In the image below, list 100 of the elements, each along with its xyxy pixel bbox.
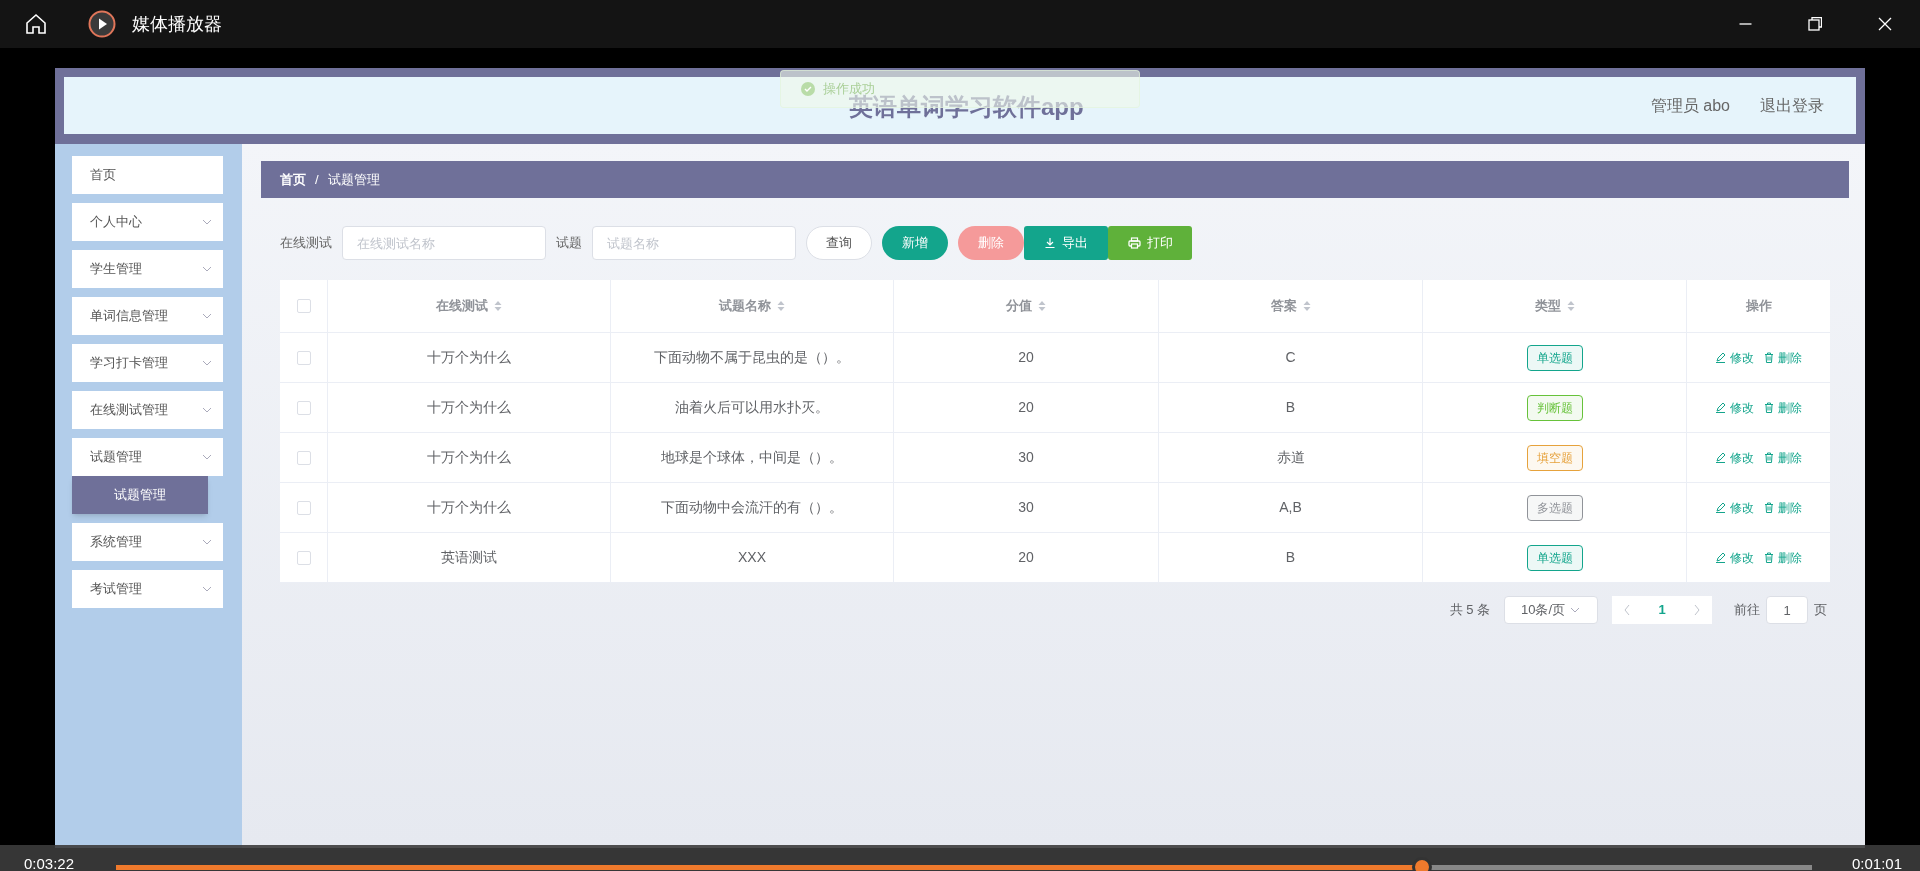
type-tag: 判断题	[1526, 394, 1583, 421]
column-header[interactable]: 在线测试	[436, 296, 502, 316]
download-icon	[1044, 237, 1056, 249]
submenu-item[interactable]: 试题管理	[72, 476, 208, 514]
column-header[interactable]: 分值	[1006, 296, 1046, 316]
table-cell-text: 英语测试	[441, 548, 497, 567]
link-text: 删除	[1778, 399, 1802, 417]
sort-icon	[494, 300, 502, 312]
menu-item[interactable]: 学生管理	[72, 250, 223, 288]
app-title: 英语单词学习软件app	[849, 93, 1084, 122]
checkbox[interactable]	[296, 299, 311, 313]
trash-icon	[1764, 502, 1774, 513]
table-cell-text: 20	[1018, 348, 1034, 367]
delete-link[interactable]: 删除	[1764, 348, 1802, 367]
search-field[interactable]: 在线测试名称	[342, 226, 546, 260]
table-cell-text: 20	[1018, 548, 1034, 567]
link-text: 修改	[1730, 449, 1754, 467]
play-logo-icon	[88, 10, 116, 38]
check-circle-icon	[801, 82, 815, 96]
page-size-select[interactable]: 10条/页	[1504, 596, 1598, 624]
type-tag: 单选题	[1526, 544, 1583, 571]
breadcrumb-item[interactable]: 首页	[280, 169, 306, 190]
edit-link[interactable]: 修改	[1715, 548, 1754, 567]
query-button[interactable]: 查询	[806, 226, 872, 260]
elapsed-time: 0:03:22	[24, 857, 76, 871]
table-cell-text: 十万个为什么	[427, 498, 511, 517]
link-text: 删除	[1778, 549, 1802, 567]
delete-link[interactable]: 删除	[1764, 498, 1802, 517]
checkbox[interactable]	[296, 550, 311, 565]
menu-item[interactable]: 个人中心	[72, 203, 223, 241]
type-tag: 填空题	[1526, 444, 1583, 471]
table-cell-text: 30	[1018, 498, 1034, 517]
column-header[interactable]: 答案	[1270, 296, 1311, 316]
link-text: 修改	[1730, 349, 1754, 367]
export-button[interactable]: 导出	[1024, 226, 1108, 260]
column-header[interactable]: 类型	[1534, 296, 1575, 316]
sort-icon	[1038, 300, 1046, 312]
close-icon	[1878, 17, 1892, 31]
restore-icon	[1808, 17, 1822, 31]
checkbox[interactable]	[296, 450, 311, 465]
breadcrumb-separator: /	[315, 170, 319, 189]
print-button[interactable]: 打印	[1108, 226, 1192, 260]
goto-suffix: 页	[1814, 601, 1827, 620]
sort-icon	[1302, 300, 1311, 312]
search-label: 试题	[556, 234, 582, 253]
add-button[interactable]: 新增	[882, 226, 948, 260]
edit-link[interactable]: 修改	[1715, 348, 1754, 367]
column-header: 操作	[1745, 297, 1772, 316]
table-cell-text: C	[1285, 348, 1296, 367]
seek-handle[interactable]	[1411, 857, 1432, 871]
pencil-icon	[1715, 452, 1726, 463]
sort-icon	[1566, 300, 1575, 312]
link-text: 修改	[1730, 499, 1754, 517]
logout-link[interactable]: 退出登录	[1760, 93, 1824, 118]
edit-link[interactable]: 修改	[1715, 398, 1754, 417]
total-count: 共 5 条	[1449, 601, 1490, 620]
menu-item[interactable]: 首页	[72, 156, 223, 194]
table-cell-text: 十万个为什么	[427, 398, 511, 417]
menu-item[interactable]: 在线测试管理	[72, 391, 223, 429]
link-text: 修改	[1730, 549, 1754, 567]
search-field[interactable]: 试题名称	[592, 226, 796, 260]
minimize-icon	[1738, 23, 1752, 25]
checkbox[interactable]	[296, 350, 311, 365]
table-cell-text: A,B	[1279, 498, 1302, 517]
trash-icon	[1764, 352, 1774, 363]
table-cell-text: 赤道	[1276, 448, 1305, 467]
sort-icon	[777, 300, 785, 312]
menu-item[interactable]: 系统管理	[72, 523, 223, 561]
menu-item[interactable]: 学习打卡管理	[72, 344, 223, 382]
table-cell-text: 油着火后可以用水扑灭。	[675, 398, 829, 417]
checkbox[interactable]	[296, 500, 311, 515]
delete-link[interactable]: 删除	[1764, 548, 1802, 567]
home-icon	[24, 12, 48, 36]
column-header[interactable]: 试题名称	[719, 296, 785, 316]
remaining-time: 0:01:01	[1851, 857, 1902, 871]
link-text: 删除	[1778, 499, 1802, 517]
table-cell-text: 下面动物不属于昆虫的是（）。	[654, 348, 850, 367]
breadcrumb-item: 试题管理	[327, 170, 380, 189]
table-cell-text: 30	[1018, 448, 1034, 467]
goto-label: 前往	[1734, 601, 1760, 620]
table-cell-text: 下面动物中会流汗的有（）。	[661, 498, 843, 517]
edit-link[interactable]: 修改	[1715, 448, 1754, 467]
delete-link[interactable]: 删除	[1764, 448, 1802, 467]
printer-icon	[1127, 237, 1141, 249]
edit-link[interactable]: 修改	[1715, 498, 1754, 517]
table-cell-text: XXX	[738, 548, 766, 567]
link-text: 修改	[1730, 399, 1754, 417]
trash-icon	[1764, 402, 1774, 413]
link-text: 删除	[1778, 349, 1802, 367]
trash-icon	[1764, 552, 1774, 563]
delete-link[interactable]: 删除	[1764, 398, 1802, 417]
pencil-icon	[1715, 552, 1726, 563]
menu-item[interactable]: 试题管理	[72, 438, 223, 476]
menu-item[interactable]: 考试管理	[72, 570, 223, 608]
menu-item[interactable]: 单词信息管理	[72, 297, 223, 335]
table-cell-text: 十万个为什么	[427, 448, 511, 467]
checkbox[interactable]	[296, 400, 311, 415]
page-input[interactable]: 1	[1766, 596, 1808, 624]
user-label: 管理员 abo	[1650, 95, 1730, 116]
table-cell-text: 十万个为什么	[427, 348, 511, 367]
